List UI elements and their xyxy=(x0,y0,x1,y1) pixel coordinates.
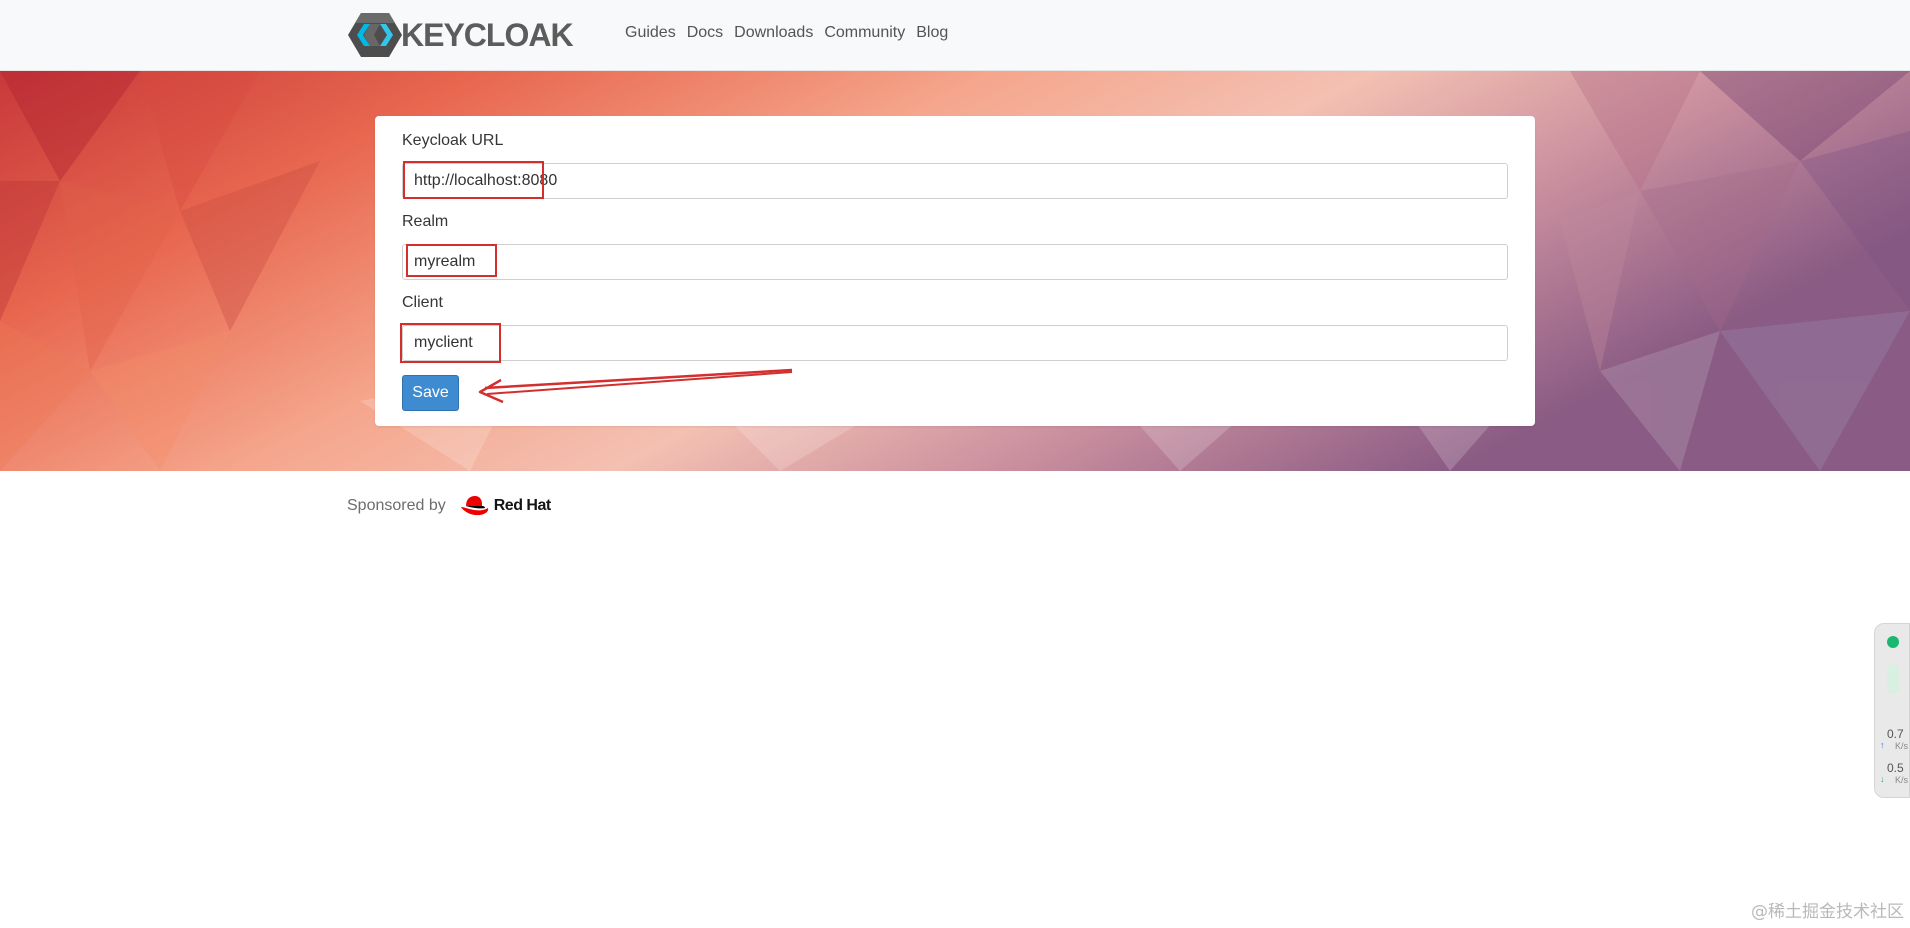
nav-link-blog[interactable]: Blog xyxy=(916,24,948,42)
keycloak-config-form: Keycloak URL Realm Client Save xyxy=(375,116,1535,426)
hero-banner: Keycloak URL Realm Client Save xyxy=(0,71,1910,471)
download-speed-unit: K/s xyxy=(1895,775,1909,785)
upload-speed-value: 0.7 xyxy=(1887,727,1904,741)
keycloak-hexagon-icon xyxy=(348,13,402,57)
redhat-fedora-icon xyxy=(460,496,488,516)
keycloak-logo[interactable]: KEYCLOAK xyxy=(347,12,574,58)
upload-speed-unit: K/s xyxy=(1895,741,1909,751)
sponsor-section: Sponsored by Red Hat xyxy=(347,494,551,518)
watermark-text: @稀土掘金技术社区 xyxy=(1751,902,1904,922)
nav-link-docs[interactable]: Docs xyxy=(687,24,723,42)
redhat-wordmark: Red Hat xyxy=(493,497,551,514)
status-dot-icon xyxy=(1887,636,1899,648)
realm-label: Realm xyxy=(402,213,449,230)
client-input[interactable] xyxy=(402,325,1508,361)
upload-arrow-icon: ↑ xyxy=(1880,740,1885,750)
client-label: Client xyxy=(402,294,443,311)
top-navbar: KEYCLOAK Guides Docs Downloads Community… xyxy=(0,0,1910,71)
download-speed-value: 0.5 xyxy=(1887,761,1904,775)
logo-wordmark: KEYCLOAK xyxy=(401,16,574,53)
sponsored-by-label: Sponsored by xyxy=(347,497,446,514)
network-speed-widget[interactable]: 0.7 K/s ↑ 0.5 K/s ↓ xyxy=(1874,623,1910,798)
keycloak-url-input[interactable] xyxy=(402,163,1508,199)
save-button[interactable]: Save xyxy=(402,375,459,411)
download-arrow-icon: ↓ xyxy=(1880,774,1885,784)
realm-input[interactable] xyxy=(402,244,1508,280)
activity-bar xyxy=(1887,664,1899,694)
nav-link-downloads[interactable]: Downloads xyxy=(734,24,813,42)
main-navigation: Guides Docs Downloads Community Blog xyxy=(625,24,959,42)
nav-link-guides[interactable]: Guides xyxy=(625,24,676,42)
keycloak-url-label: Keycloak URL xyxy=(402,132,504,149)
nav-link-community[interactable]: Community xyxy=(824,24,905,42)
redhat-logo[interactable]: Red Hat xyxy=(460,494,551,518)
